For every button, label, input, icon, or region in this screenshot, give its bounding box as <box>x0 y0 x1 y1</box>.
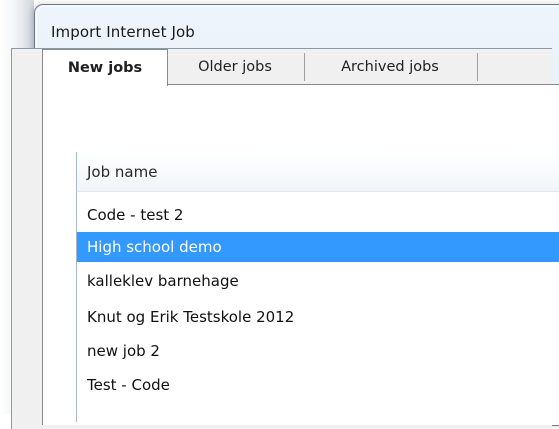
list-item-label: Code - test 2 <box>87 206 184 224</box>
list-item-label: Test - Code <box>87 376 170 394</box>
list-item-high-school-demo[interactable]: High school demo <box>77 232 559 262</box>
list-item-knut-og-erik-testskole-2012[interactable]: Knut og Erik Testskole 2012 <box>77 302 559 332</box>
list-item-label: Knut og Erik Testskole 2012 <box>87 308 295 326</box>
list-item-label: High school demo <box>87 238 222 256</box>
tab-strip: New jobs Older jobs Archived jobs <box>42 49 522 86</box>
tab-new-jobs[interactable]: New jobs <box>42 49 168 86</box>
list-item-kalleklev-barnehage[interactable]: kalleklev barnehage <box>77 266 559 296</box>
list-item-label: new job 2 <box>87 342 160 360</box>
column-header-label: Job name <box>87 162 158 181</box>
tab-archived-jobs[interactable]: Archived jobs <box>305 51 475 82</box>
list-item-label: kalleklev barnehage <box>87 272 239 290</box>
tab-separator <box>477 53 478 81</box>
window-title: Import Internet Job <box>51 23 195 41</box>
list-item-code-test-2[interactable]: Code - test 2 <box>77 200 559 230</box>
list-item-new-job-2[interactable]: new job 2 <box>77 336 559 366</box>
tab-older-jobs[interactable]: Older jobs <box>168 51 302 82</box>
list-item-test-code[interactable]: Test - Code <box>77 370 559 400</box>
column-header-job-name[interactable]: Job name <box>76 152 559 192</box>
